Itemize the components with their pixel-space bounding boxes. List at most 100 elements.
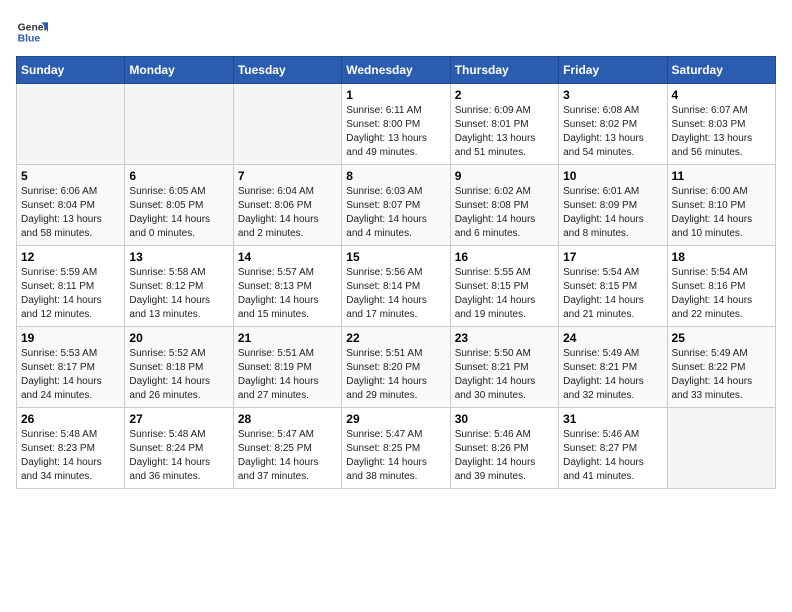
day-number: 19 <box>21 331 120 345</box>
day-number: 13 <box>129 250 228 264</box>
day-number: 22 <box>346 331 445 345</box>
calendar-cell: 6Sunrise: 6:05 AMSunset: 8:05 PMDaylight… <box>125 165 233 246</box>
day-number: 10 <box>563 169 662 183</box>
calendar-week-row: 1 Sunrise: 6:11 AMSunset: 8:00 PMDaylight… <box>17 84 776 165</box>
day-number: 9 <box>455 169 554 183</box>
calendar-cell: 29 Sunrise: 5:47 AMSunset: 8:25 PMDayligh… <box>342 408 450 489</box>
day-number: 17 <box>563 250 662 264</box>
day-info: Sunrise: 6:00 AMSunset: 8:10 PMDaylight:… <box>672 185 771 241</box>
calendar-cell: 7 Sunrise: 6:04 AMSunset: 8:06 PMDaylight… <box>233 165 341 246</box>
calendar-cell: 1 Sunrise: 6:11 AMSunset: 8:00 PMDaylight… <box>342 84 450 165</box>
day-info: Sunrise: 5:57 AMSunset: 8:13 PMDaylight:… <box>238 266 337 322</box>
day-info: Sunrise: 5:53 AMSunset: 8:17 PMDaylight:… <box>21 347 120 403</box>
day-number: 5 <box>21 169 120 183</box>
day-info: Sunrise: 6:03 AMSunset: 8:07 PMDaylight:… <box>346 185 445 241</box>
calendar-cell: 16Sunrise: 5:55 AMSunset: 8:15 PMDayligh… <box>450 246 558 327</box>
day-info: Sunrise: 5:56 AMSunset: 8:14 PMDaylight:… <box>346 266 445 322</box>
day-info: Sunrise: 5:51 AMSunset: 8:20 PMDaylight:… <box>346 347 445 403</box>
day-number: 11 <box>672 169 771 183</box>
day-info: Sunrise: 5:54 AMSunset: 8:15 PMDaylight:… <box>563 266 662 322</box>
day-number: 25 <box>672 331 771 345</box>
calendar-cell: 23 Sunrise: 5:50 AMSunset: 8:21 PMDayligh… <box>450 327 558 408</box>
calendar-cell: 28Sunrise: 5:47 AMSunset: 8:25 PMDayligh… <box>233 408 341 489</box>
day-number: 7 <box>238 169 337 183</box>
calendar-cell: 31 Sunrise: 5:46 AMSunset: 8:27 PMDayligh… <box>559 408 667 489</box>
calendar-cell: 5 Sunrise: 6:06 AMSunset: 8:04 PMDaylight… <box>17 165 125 246</box>
calendar-cell: 2Sunrise: 6:09 AMSunset: 8:01 PMDaylight… <box>450 84 558 165</box>
day-info: Sunrise: 5:49 AMSunset: 8:22 PMDaylight:… <box>672 347 771 403</box>
day-info: Sunrise: 5:50 AMSunset: 8:21 PMDaylight:… <box>455 347 554 403</box>
calendar-week-row: 19 Sunrise: 5:53 AMSunset: 8:17 PMDayligh… <box>17 327 776 408</box>
svg-text:Blue: Blue <box>18 34 41 45</box>
day-info: Sunrise: 5:48 AMSunset: 8:23 PMDaylight:… <box>21 428 120 484</box>
day-number: 2 <box>455 88 554 102</box>
day-number: 31 <box>563 412 662 426</box>
day-info: Sunrise: 6:11 AMSunset: 8:00 PMDaylight:… <box>346 104 445 160</box>
calendar-header-row: SundayMondayTuesdayWednesdayThursdayFrid… <box>17 57 776 84</box>
day-number: 3 <box>563 88 662 102</box>
calendar-cell: 11 Sunrise: 6:00 AMSunset: 8:10 PMDayligh… <box>667 165 775 246</box>
calendar-cell: 13 Sunrise: 5:58 AMSunset: 8:12 PMDayligh… <box>125 246 233 327</box>
day-info: Sunrise: 6:06 AMSunset: 8:04 PMDaylight:… <box>21 185 120 241</box>
calendar-week-row: 26 Sunrise: 5:48 AMSunset: 8:23 PMDayligh… <box>17 408 776 489</box>
calendar-cell <box>17 84 125 165</box>
calendar-cell: 21 Sunrise: 5:51 AMSunset: 8:19 PMDayligh… <box>233 327 341 408</box>
day-of-week-header: Wednesday <box>342 57 450 84</box>
day-number: 29 <box>346 412 445 426</box>
day-number: 26 <box>21 412 120 426</box>
calendar-cell: 9 Sunrise: 6:02 AMSunset: 8:08 PMDaylight… <box>450 165 558 246</box>
day-info: Sunrise: 5:51 AMSunset: 8:19 PMDaylight:… <box>238 347 337 403</box>
day-number: 15 <box>346 250 445 264</box>
day-number: 23 <box>455 331 554 345</box>
calendar-cell: 12 Sunrise: 5:59 AMSunset: 8:11 PMDayligh… <box>17 246 125 327</box>
day-info: Sunrise: 6:08 AMSunset: 8:02 PMDaylight:… <box>563 104 662 160</box>
calendar-cell: 4 Sunrise: 6:07 AMSunset: 8:03 PMDaylight… <box>667 84 775 165</box>
day-number: 12 <box>21 250 120 264</box>
day-info: Sunrise: 5:58 AMSunset: 8:12 PMDaylight:… <box>129 266 228 322</box>
calendar-cell: 18 Sunrise: 5:54 AMSunset: 8:16 PMDayligh… <box>667 246 775 327</box>
day-info: Sunrise: 5:47 AMSunset: 8:25 PMDaylight:… <box>238 428 337 484</box>
day-info: Sunrise: 5:47 AMSunset: 8:25 PMDaylight:… <box>346 428 445 484</box>
calendar-cell <box>125 84 233 165</box>
day-info: Sunrise: 5:54 AMSunset: 8:16 PMDaylight:… <box>672 266 771 322</box>
day-of-week-header: Saturday <box>667 57 775 84</box>
day-number: 16 <box>455 250 554 264</box>
calendar-cell: 3 Sunrise: 6:08 AMSunset: 8:02 PMDaylight… <box>559 84 667 165</box>
calendar-cell: 14 Sunrise: 5:57 AMSunset: 8:13 PMDayligh… <box>233 246 341 327</box>
calendar-cell: 24 Sunrise: 5:49 AMSunset: 8:21 PMDayligh… <box>559 327 667 408</box>
day-of-week-header: Tuesday <box>233 57 341 84</box>
day-of-week-header: Friday <box>559 57 667 84</box>
day-number: 14 <box>238 250 337 264</box>
day-info: Sunrise: 5:46 AMSunset: 8:27 PMDaylight:… <box>563 428 662 484</box>
day-number: 21 <box>238 331 337 345</box>
calendar-cell: 22 Sunrise: 5:51 AMSunset: 8:20 PMDayligh… <box>342 327 450 408</box>
day-number: 1 <box>346 88 445 102</box>
calendar-cell: 19 Sunrise: 5:53 AMSunset: 8:17 PMDayligh… <box>17 327 125 408</box>
day-of-week-header: Sunday <box>17 57 125 84</box>
calendar-cell: 17 Sunrise: 5:54 AMSunset: 8:15 PMDayligh… <box>559 246 667 327</box>
day-number: 8 <box>346 169 445 183</box>
day-info: Sunrise: 6:04 AMSunset: 8:06 PMDaylight:… <box>238 185 337 241</box>
calendar-week-row: 12 Sunrise: 5:59 AMSunset: 8:11 PMDayligh… <box>17 246 776 327</box>
day-number: 18 <box>672 250 771 264</box>
day-info: Sunrise: 5:59 AMSunset: 8:11 PMDaylight:… <box>21 266 120 322</box>
day-info: Sunrise: 5:48 AMSunset: 8:24 PMDaylight:… <box>129 428 228 484</box>
logo-icon: General Blue <box>16 16 48 48</box>
day-of-week-header: Thursday <box>450 57 558 84</box>
calendar-cell <box>233 84 341 165</box>
day-number: 4 <box>672 88 771 102</box>
day-info: Sunrise: 6:07 AMSunset: 8:03 PMDaylight:… <box>672 104 771 160</box>
calendar-cell: 26 Sunrise: 5:48 AMSunset: 8:23 PMDayligh… <box>17 408 125 489</box>
calendar-cell: 20 Sunrise: 5:52 AMSunset: 8:18 PMDayligh… <box>125 327 233 408</box>
day-number: 24 <box>563 331 662 345</box>
calendar-cell: 27Sunrise: 5:48 AMSunset: 8:24 PMDayligh… <box>125 408 233 489</box>
day-info: Sunrise: 5:52 AMSunset: 8:18 PMDaylight:… <box>129 347 228 403</box>
day-of-week-header: Monday <box>125 57 233 84</box>
day-info: Sunrise: 5:49 AMSunset: 8:21 PMDaylight:… <box>563 347 662 403</box>
page-header: General Blue <box>16 16 776 48</box>
day-info: Sunrise: 6:01 AMSunset: 8:09 PMDaylight:… <box>563 185 662 241</box>
day-number: 20 <box>129 331 228 345</box>
calendar-cell <box>667 408 775 489</box>
day-info: Sunrise: 6:02 AMSunset: 8:08 PMDaylight:… <box>455 185 554 241</box>
day-number: 6 <box>129 169 228 183</box>
